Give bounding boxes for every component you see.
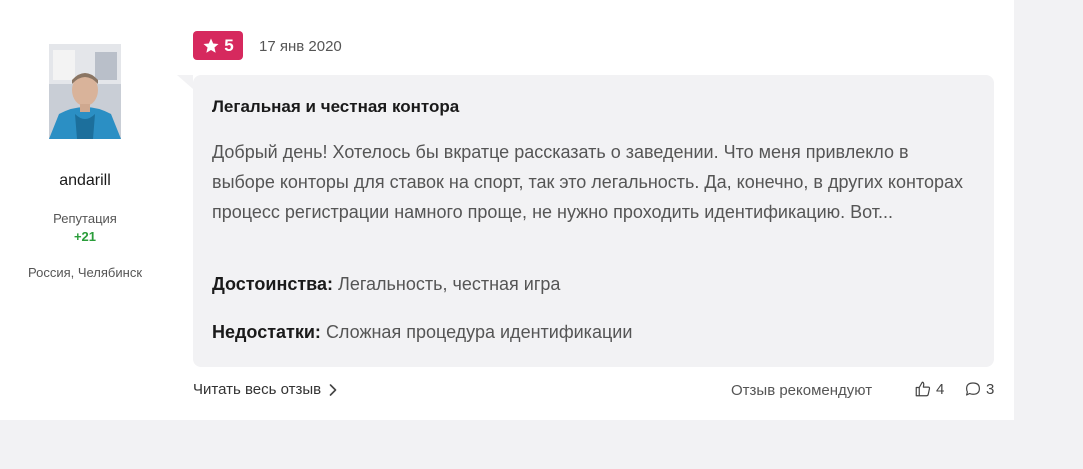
author-panel: andarill Репутация +21 Россия, Челябинск [0, 0, 170, 420]
star-icon [203, 38, 219, 53]
right-gutter [1014, 0, 1083, 469]
thumbs-up-icon [915, 381, 931, 397]
like-button[interactable]: 4 [914, 380, 944, 398]
review-card: andarill Репутация +21 Россия, Челябинск… [0, 0, 1014, 420]
rating-value: 5 [224, 35, 234, 55]
comment-bubble-icon [966, 382, 980, 396]
comments-button[interactable]: 3 [964, 380, 994, 398]
chevron-right-icon [329, 383, 337, 396]
avatar[interactable] [49, 44, 121, 139]
reputation-value: +21 [73, 229, 97, 244]
review-title[interactable]: Легальная и честная контора [212, 97, 459, 117]
read-full-review-link[interactable]: Читать весь отзыв [193, 381, 337, 398]
pros-value: Легальность, честная игра [338, 274, 561, 294]
review-pros: Достоинства: Легальность, честная игра [212, 274, 560, 295]
review-date: 17 янв 2020 [259, 38, 342, 55]
pros-label: Достоинства: [212, 274, 333, 294]
author-name[interactable]: andarill [0, 172, 170, 190]
reputation-label: Репутация [53, 211, 117, 226]
rating-badge: 5 [193, 31, 243, 60]
cons-label: Недостатки: [212, 322, 321, 342]
recommend-label: Отзыв рекомендуют [731, 382, 873, 399]
review-cons: Недостатки: Сложная процедура идентифика… [212, 322, 632, 343]
avatar-image [49, 44, 121, 139]
read-more-label: Читать весь отзыв [193, 381, 322, 398]
review-text: Добрый день! Хотелось бы вкратце рассказ… [212, 142, 963, 222]
bottom-separator [0, 420, 1014, 469]
cons-value: Сложная процедура идентификации [325, 322, 633, 342]
review-content: Легальная и честная контора Добрый день!… [177, 75, 994, 367]
likes-count: 4 [936, 380, 945, 398]
comments-count: 3 [986, 380, 995, 398]
author-location: Россия, Челябинск [27, 265, 143, 280]
